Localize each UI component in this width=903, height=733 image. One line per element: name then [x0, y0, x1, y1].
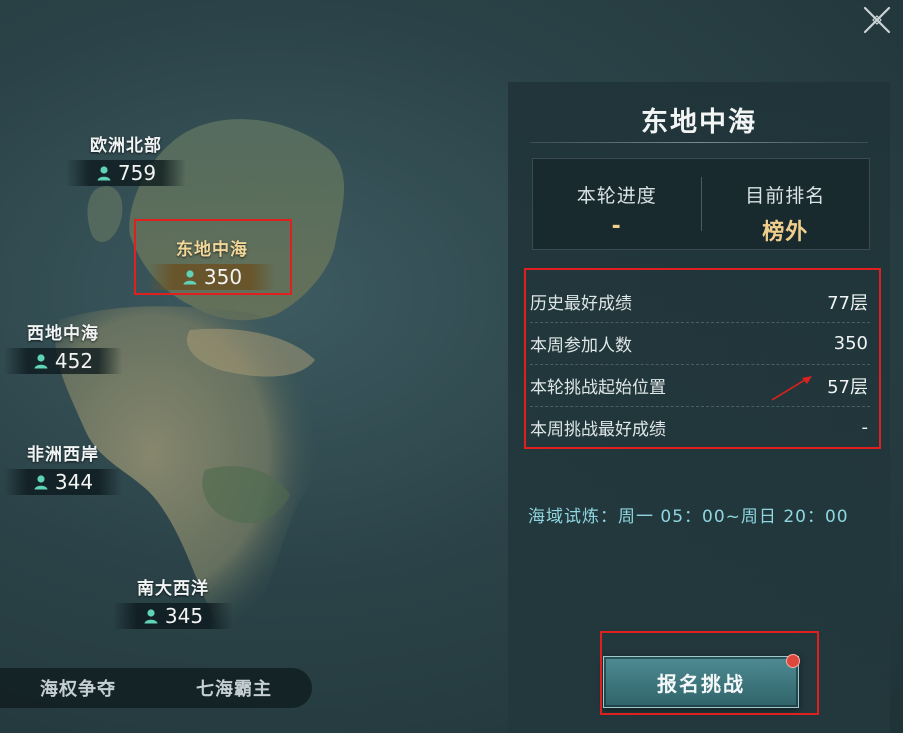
person-icon [34, 354, 48, 369]
region-name: 非洲西岸 [27, 445, 99, 465]
person-icon [144, 609, 158, 624]
highlight-box-info [524, 268, 881, 449]
region-name: 西地中海 [27, 324, 99, 344]
highlight-box-button [600, 631, 819, 715]
stat-label: 本轮进度 [576, 185, 657, 207]
annotation-arrow-icon [771, 376, 812, 401]
region-count-value: 452 [54, 349, 94, 373]
stat-round-progress: 本轮进度 - [533, 159, 701, 249]
close-x-icon [863, 6, 891, 34]
stat-label: 目前排名 [745, 185, 826, 207]
close-button[interactable] [858, 3, 896, 37]
region-player-count: 452 [4, 348, 122, 374]
region-west-africa-coast[interactable]: 非洲西岸 344 [4, 440, 122, 495]
stat-current-rank: 目前排名 榜外 [702, 159, 870, 249]
round-stats-box: 本轮进度 - 目前排名 榜外 [532, 158, 870, 250]
region-player-count: 344 [4, 469, 122, 495]
region-count-value: 344 [54, 470, 94, 494]
region-name: 欧洲北部 [90, 136, 162, 156]
title-divider [530, 142, 868, 143]
region-count-value: 345 [164, 604, 204, 628]
highlight-box-region [134, 219, 292, 295]
region-player-count: 345 [113, 603, 233, 629]
bottom-tab-bar: 海权争夺 七海霸主 [0, 668, 312, 708]
schedule-text: 海域试炼：周一 05：00~周日 20：00 [528, 507, 849, 527]
stat-value: - [611, 214, 622, 239]
stat-value: 榜外 [762, 220, 809, 245]
person-icon [34, 475, 48, 490]
tab-sea-power-contest[interactable]: 海权争夺 [0, 675, 156, 701]
region-northern-europe[interactable]: 欧洲北部 759 [66, 131, 186, 186]
region-south-atlantic[interactable]: 南大西洋 345 [113, 574, 233, 629]
region-name: 南大西洋 [137, 579, 209, 599]
region-count-value: 759 [117, 161, 157, 185]
panel-title: 东地中海 [641, 107, 757, 138]
region-western-mediterranean[interactable]: 西地中海 452 [4, 319, 122, 374]
person-icon [97, 166, 111, 181]
region-player-count: 759 [66, 160, 186, 186]
tab-seven-seas-overlord[interactable]: 七海霸主 [156, 675, 312, 701]
